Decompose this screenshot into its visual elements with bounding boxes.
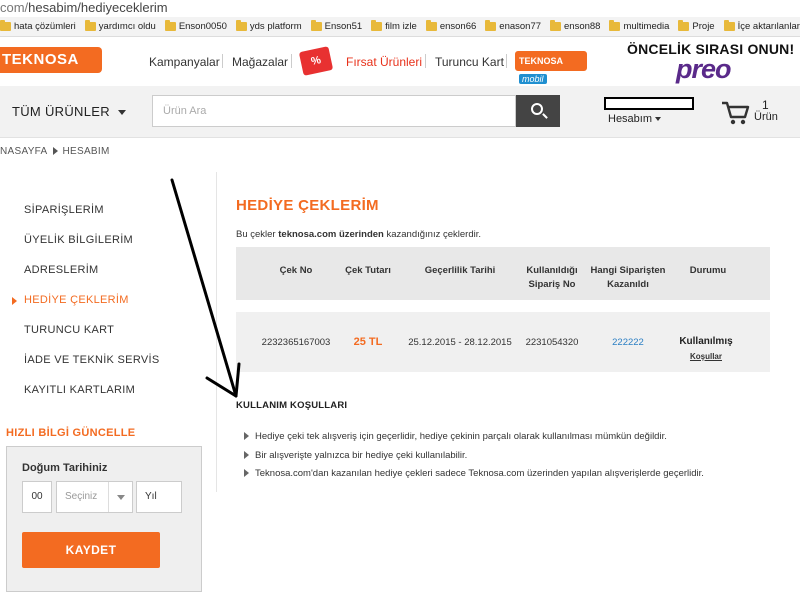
bookmark-item[interactable]: yds platform [235,20,302,32]
chevron-down-icon [117,110,126,116]
cell-from-order-link[interactable]: 222222 [586,337,670,348]
nav-turuncu-kart[interactable]: Turuncu Kart [435,55,504,69]
preo-logo[interactable]: preo [676,54,732,85]
nav-kampanyalar[interactable]: Kampanyalar [149,55,220,69]
bookmark-item[interactable]: multimedia [609,20,669,32]
col-status: Durumu [689,265,727,276]
cell-used-order: 2231054320 [525,337,579,348]
folder-icon [609,20,621,31]
teknosa-logo[interactable]: TEKNOSA [0,47,102,73]
bookmark-item[interactable]: hata çözümleri [0,20,76,32]
bookmark-item[interactable]: Enson0050 [164,20,227,32]
term-item: Bir alışverişte yalnızca bir hediye çeki… [244,450,467,461]
cart-label[interactable]: Ürün [754,111,778,123]
table-row: 2232365167003 25 TL 25.12.2015 - 28.12.2… [236,312,770,372]
save-button[interactable]: KAYDET [22,532,160,568]
sidebar-divider [216,172,217,492]
col-validity: Geçerlilik Tarihi [424,265,496,276]
col-code: Çek No [279,265,313,276]
bookmark-item[interactable]: yardımcı oldu [84,20,156,32]
breadcrumb: NASAYFA HESABIM [0,146,110,157]
folder-icon [0,20,11,31]
bookmark-item[interactable]: enson88 [550,20,600,32]
folder-icon [425,20,437,31]
col-amount: Çek Tutarı [345,265,391,276]
folder-icon [723,20,735,31]
folder-icon [485,20,497,31]
bookmarks-bar: hata çözümleri yardımcı oldu Enson0050 y… [0,17,800,37]
cell-validity: 25.12.2015 - 28.12.2015 [408,337,512,348]
cart-icon[interactable] [720,100,750,126]
sidebar-item-siparislerim[interactable]: SİPARİŞLERİM [24,204,104,216]
terms-title: KULLANIM KOŞULLARI [236,400,348,411]
url-host: com/ [0,0,29,15]
search-input[interactable]: Ürün Ara [152,95,516,127]
site-header: TEKNOSA Kampanyalar Mağazalar % Fırsat Ü… [0,38,800,86]
chevron-down-icon [108,482,132,512]
nav-divider [506,54,507,68]
active-indicator-icon [12,297,17,305]
search-button[interactable] [516,95,560,127]
conditions-link[interactable]: Koşullar [666,352,746,361]
nav-divider [291,54,292,68]
sidebar-item-hediye-ceklerim[interactable]: HEDİYE ÇEKLERİM [24,294,129,306]
col-used-order: Kullanıldığı Sipariş No [526,265,578,290]
cell-status: Kullanılmış [679,336,733,347]
folder-icon [310,20,322,31]
table-header: Çek No Çek Tutarı Geçerlilik Tarihi Kull… [236,247,770,300]
term-item: Teknosa.com'dan kazanılan hediye çekleri… [244,468,704,479]
dob-label: Doğum Tarihiniz [22,462,108,474]
nav-firsat-urunleri[interactable]: Fırsat Ürünleri [346,55,422,69]
page-description: Bu çekler teknosa.com üzerinden kazandığ… [236,229,482,240]
chevron-down-icon [655,117,662,122]
bookmark-item[interactable]: enason77 [485,20,541,32]
all-products-menu[interactable]: TÜM ÜRÜNLER [12,104,126,119]
folder-icon [164,20,176,31]
teknosa-mobil-badge[interactable]: TEKNOSA mobil [515,51,587,84]
sidebar-item-adreslerim[interactable]: ADRESLERİM [24,264,99,276]
bullet-arrow-icon [244,451,249,460]
nav-magazalar[interactable]: Mağazalar [232,55,288,69]
sidebar-item-kayitli-kartlarim[interactable]: KAYITLI KARTLARIM [24,384,135,396]
folder-icon [550,20,562,31]
bookmark-item[interactable]: Proje [678,20,715,32]
nav-divider [425,54,426,68]
search-icon [531,103,543,115]
breadcrumb-current[interactable]: HESABIM [63,146,110,157]
bullet-arrow-icon [244,469,249,478]
bullet-arrow-icon [244,432,249,441]
cell-amount: 25 TL [353,336,383,348]
search-row: TÜM ÜRÜNLER Ürün Ara Hesabım 1 Ürün [0,86,800,138]
bookmark-item[interactable]: enson66 [425,20,476,32]
folder-icon [371,20,383,31]
bookmark-item[interactable]: İçe aktarılanlar [723,20,800,32]
dob-month-select[interactable]: Seçiniz [56,481,133,513]
sidebar-item-turuncu-kart[interactable]: TURUNCU KART [24,324,114,336]
term-item: Hediye çeki tek alışveriş için geçerlidi… [244,431,667,442]
account-menu[interactable]: Hesabım [608,113,662,125]
discount-tag-icon[interactable]: % [298,46,334,76]
folder-icon [84,20,96,31]
quick-update-title: HIZLI BİLGİ GÜNCELLE [6,427,136,439]
bookmark-item[interactable]: film izle [371,20,417,32]
page-title: HEDİYE ÇEKLERİM [236,197,379,214]
redacted-username [604,97,694,110]
chevron-right-icon [52,147,58,156]
dob-day-field[interactable]: 00 [22,481,52,513]
bookmark-item[interactable]: Enson51 [310,20,362,32]
nav-divider [222,54,223,68]
breadcrumb-home[interactable]: NASAYFA [0,146,48,157]
col-from-order: Hangi Siparişten Kazanıldı [590,265,666,290]
cart-count[interactable]: 1 [762,98,769,112]
folder-icon [235,20,247,31]
sidebar-item-uyelik-bilgilerim[interactable]: ÜYELİK BİLGİLERİM [24,234,133,246]
dob-year-field[interactable]: Yıl [136,481,182,513]
folder-icon [678,20,690,31]
cell-code: 2232365167003 [261,337,331,348]
sidebar-item-iade-teknik-servis[interactable]: İADE VE TEKNİK SERVİS [24,354,160,366]
url-path: hesabim/hediyeceklerim [28,0,168,15]
address-bar[interactable]: com/hesabim/hediyeceklerim [0,0,800,17]
